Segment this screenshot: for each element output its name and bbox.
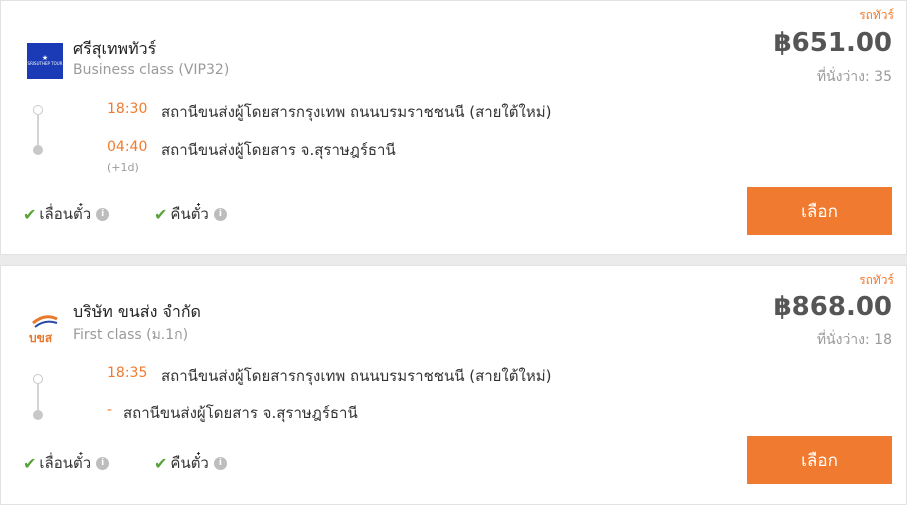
info-icon[interactable]: i bbox=[96, 456, 110, 470]
departure-time: 18:35 bbox=[107, 365, 148, 381]
timeline-start-dot bbox=[33, 374, 43, 384]
seats-available: ที่นั่งว่าง: 18 bbox=[816, 332, 892, 348]
reschedule-policy[interactable]: ✔ เลื่อนตั๋ว i bbox=[23, 202, 110, 226]
check-icon: ✔ bbox=[154, 453, 168, 473]
timeline-start-dot bbox=[33, 105, 43, 115]
refund-policy[interactable]: ✔ คืนตั๋ว i bbox=[154, 202, 227, 226]
operator-name: ศรีสุเทพทัวร์ bbox=[73, 39, 157, 58]
info-icon[interactable]: i bbox=[96, 207, 110, 221]
check-icon: ✔ bbox=[23, 204, 37, 224]
reschedule-label: เลื่อนตั๋ว bbox=[39, 454, 92, 472]
refund-label: คืนตั๋ว bbox=[170, 454, 209, 472]
refund-label: คืนตั๋ว bbox=[170, 205, 209, 223]
price: ฿868.00 bbox=[773, 292, 892, 322]
day-offset: (+1d) bbox=[107, 161, 139, 174]
timeline-line bbox=[37, 115, 39, 145]
vehicle-type-tag: รถทัวร์ bbox=[859, 8, 894, 22]
arrival-station: สถานีขนส่งผู้โดยสาร จ.สุราษฎร์ธานี bbox=[123, 404, 358, 422]
logo-text: บขส bbox=[29, 331, 53, 345]
operator-logo: บขส bbox=[27, 309, 63, 345]
operator-logo: ★ SRISUTHEP TOUR bbox=[27, 43, 63, 79]
arrival-time: - bbox=[107, 402, 113, 418]
reschedule-policy[interactable]: ✔ เลื่อนตั๋ว i bbox=[23, 451, 110, 475]
operator-name: บริษัท ขนส่ง จำกัด bbox=[73, 302, 201, 321]
trip-card: รถทัวร์ ★ SRISUTHEP TOUR ศรีสุเทพทัวร์ B… bbox=[0, 0, 907, 255]
departure-station: สถานีขนส่งผู้โดยสารกรุงเทพ ถนนบรมราชชนนี… bbox=[161, 367, 552, 385]
info-icon[interactable]: i bbox=[213, 456, 227, 470]
check-icon: ✔ bbox=[154, 204, 168, 224]
price: ฿651.00 bbox=[773, 28, 892, 58]
refund-policy[interactable]: ✔ คืนตั๋ว i bbox=[154, 451, 227, 475]
arrival-time: 04:40 bbox=[107, 139, 148, 155]
select-button[interactable]: เลือก bbox=[747, 436, 892, 484]
seat-class: First class (ม.1ก) bbox=[73, 327, 189, 343]
reschedule-label: เลื่อนตั๋ว bbox=[39, 205, 92, 223]
timeline-line bbox=[37, 384, 39, 410]
seats-available: ที่นั่งว่าง: 35 bbox=[816, 69, 892, 85]
check-icon: ✔ bbox=[23, 453, 37, 473]
vehicle-type-tag: รถทัวร์ bbox=[859, 273, 894, 287]
select-button[interactable]: เลือก bbox=[747, 187, 892, 235]
seat-class: Business class (VIP32) bbox=[73, 62, 230, 78]
logo-text: SRISUTHEP TOUR bbox=[27, 61, 63, 66]
departure-station: สถานีขนส่งผู้โดยสารกรุงเทพ ถนนบรมราชชนนี… bbox=[161, 103, 552, 121]
departure-time: 18:30 bbox=[107, 101, 148, 117]
trip-card: รถทัวร์ บขส บริษัท ขนส่ง จำกัด First cla… bbox=[0, 265, 907, 505]
info-icon[interactable]: i bbox=[213, 207, 227, 221]
arrival-station: สถานีขนส่งผู้โดยสาร จ.สุราษฎร์ธานี bbox=[161, 141, 396, 159]
timeline-end-dot bbox=[33, 145, 43, 155]
timeline-end-dot bbox=[33, 410, 43, 420]
